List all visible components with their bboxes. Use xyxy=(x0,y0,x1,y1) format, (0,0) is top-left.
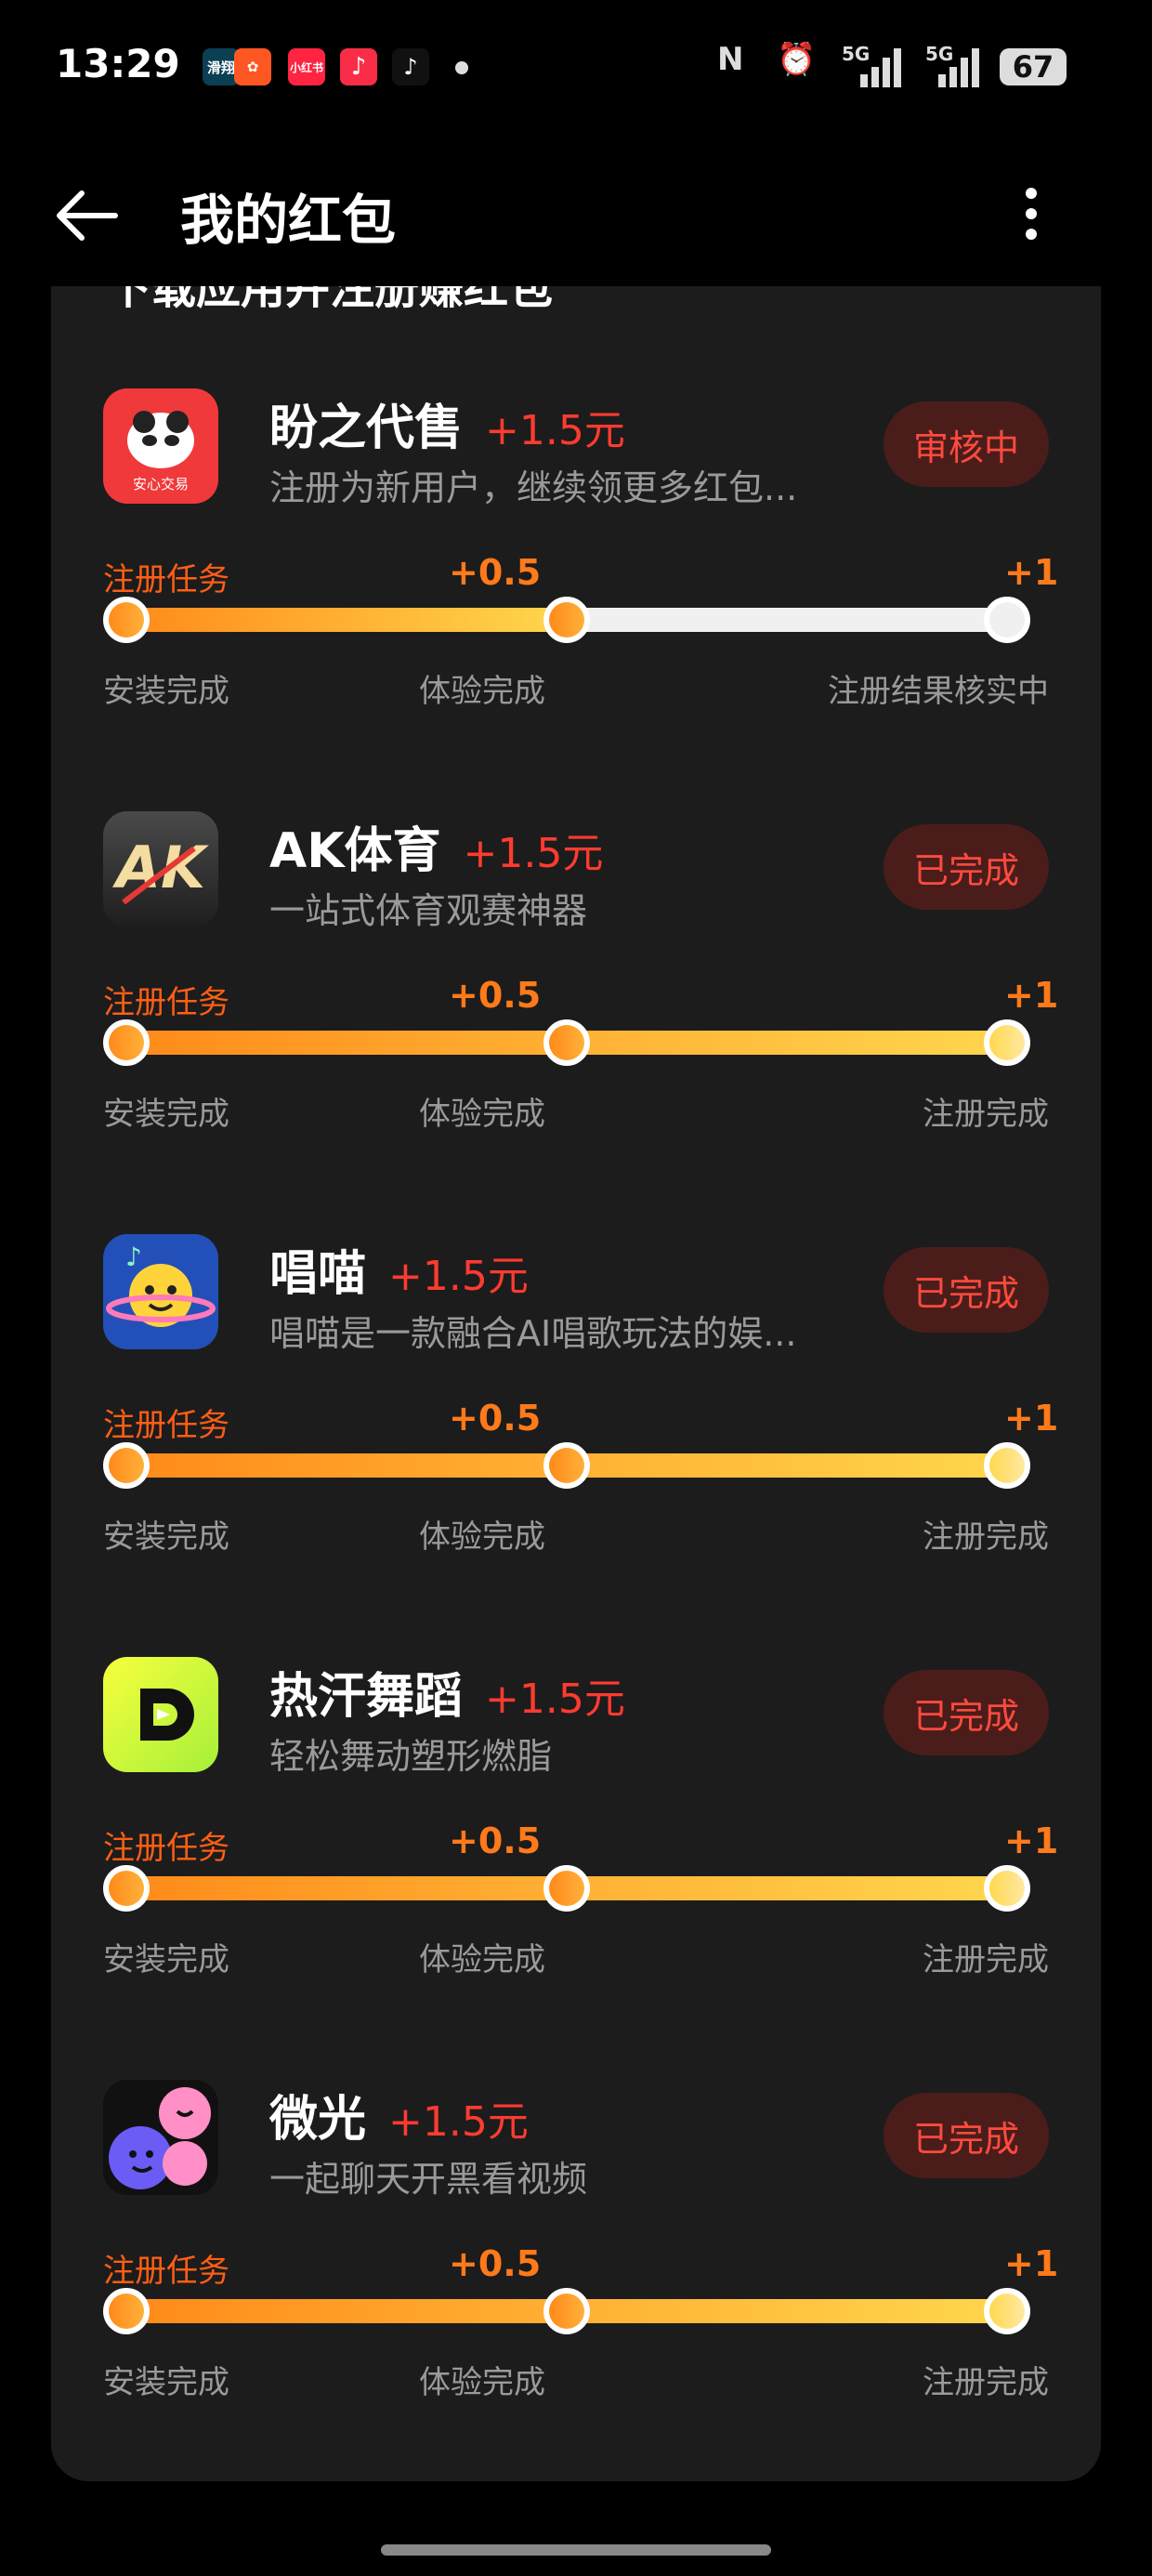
app-reward: +1.5元 xyxy=(388,2098,529,2146)
app-reward: +1.5元 xyxy=(485,1676,625,1723)
svg-text:AK: AK xyxy=(111,834,209,901)
app-name: 微光 +1.5元 xyxy=(269,2092,529,2148)
step-install: 安装完成 xyxy=(103,1941,229,1978)
step-install: 安装完成 xyxy=(103,673,229,710)
progress-node-end xyxy=(984,1442,1030,1489)
app-name: AK体育 +1.5元 xyxy=(269,823,604,879)
app-description: 注册为新用户，继续领更多红包... xyxy=(269,467,798,508)
progress-node-end xyxy=(984,597,1030,643)
end-reward: +1 xyxy=(1004,1820,1059,1861)
page-title: 我的红包 xyxy=(180,189,397,252)
progress-node-mid xyxy=(543,1019,590,1066)
progress-node-end xyxy=(984,1865,1030,1912)
more-notifications-dot xyxy=(455,61,468,74)
app-description: 唱喵是一款融合AI唱歌玩法的娱... xyxy=(269,1313,797,1354)
step-install: 安装完成 xyxy=(103,1096,229,1133)
progress-node-start xyxy=(103,1019,150,1066)
task-label: 注册任务 xyxy=(103,561,229,598)
mid-reward: +0.5 xyxy=(449,1398,542,1439)
status-bar: 13:29 滑翔 ✿ 小红书 ♪ ♪ N ⏰ 5G 5G 67 xyxy=(0,0,1152,139)
back-arrow-icon[interactable] xyxy=(50,178,124,253)
progress-fill xyxy=(124,608,576,632)
app-description: 一起聊天开黑看视频 xyxy=(269,2159,588,2200)
progress-node-mid xyxy=(543,2288,590,2334)
step-experience: 体验完成 xyxy=(419,1941,545,1978)
app-name: 唱喵 +1.5元 xyxy=(269,1246,529,1302)
step-register: 注册结果核实中 xyxy=(828,673,1049,710)
end-reward: +1 xyxy=(1004,552,1059,593)
task-item[interactable]: 热汗舞蹈 +1.5元 轻松舞动塑形燃脂 已完成 注册任务 +0.5 +1 安装完成… xyxy=(51,1657,1101,2080)
progress-node-start xyxy=(103,597,150,643)
weiguang-app-icon xyxy=(103,2080,218,2195)
step-register: 注册完成 xyxy=(923,1518,1049,1556)
home-indicator[interactable] xyxy=(381,2544,771,2556)
step-experience: 体验完成 xyxy=(419,2364,545,2401)
progress-node-start xyxy=(103,1865,150,1912)
step-install: 安装完成 xyxy=(103,2364,229,2401)
task-item[interactable]: AK AK体育 +1.5元 一站式体育观赛神器 已完成 注册任务 +0.5 +1 … xyxy=(51,811,1101,1234)
step-experience: 体验完成 xyxy=(419,673,545,710)
progress-node-mid xyxy=(543,597,590,643)
singing-app-icon: ♪ xyxy=(103,1234,218,1349)
signal-1-icon xyxy=(860,48,901,87)
tiktok-icon: ♪ xyxy=(392,48,429,85)
step-install: 安装完成 xyxy=(103,1518,229,1556)
step-experience: 体验完成 xyxy=(419,1096,545,1133)
mid-reward: +0.5 xyxy=(449,2243,542,2284)
panda-app-icon: 安心交易 xyxy=(103,388,218,504)
status-time: 13:29 xyxy=(56,41,180,86)
task-item[interactable]: 微光 +1.5元 一起聊天开黑看视频 已完成 注册任务 +0.5 +1 安装完成 … xyxy=(51,2080,1101,2503)
progress-node-end xyxy=(984,1019,1030,1066)
step-experience: 体验完成 xyxy=(419,1518,545,1556)
nfc-icon: N xyxy=(717,41,744,78)
app-reward: +1.5元 xyxy=(463,830,604,877)
step-register: 注册完成 xyxy=(923,1941,1049,1978)
alarm-icon: ⏰ xyxy=(777,41,817,78)
step-register: 注册完成 xyxy=(923,1096,1049,1133)
app-reward: +1.5元 xyxy=(388,1253,529,1300)
progress-node-start xyxy=(103,1442,150,1489)
more-options-icon[interactable] xyxy=(1013,177,1050,251)
app-description: 轻松舞动塑形燃脂 xyxy=(269,1736,553,1777)
mid-reward: +0.5 xyxy=(449,552,542,593)
status-button[interactable]: 已完成 xyxy=(884,1670,1049,1755)
task-item[interactable]: 安心交易 盼之代售 +1.5元 注册为新用户，继续领更多红包... 审核中 注册任… xyxy=(51,388,1101,811)
app-header: 我的红包 xyxy=(0,139,1152,286)
task-label: 注册任务 xyxy=(103,1407,229,1444)
status-button[interactable]: 已完成 xyxy=(884,1247,1049,1333)
progress-node-mid xyxy=(543,1865,590,1912)
progress-node-mid xyxy=(543,1442,590,1489)
status-button[interactable]: 审核中 xyxy=(884,401,1049,487)
app-description: 一站式体育观赛神器 xyxy=(269,890,588,931)
task-label: 注册任务 xyxy=(103,984,229,1021)
ak-sports-app-icon: AK xyxy=(103,811,218,927)
progress-node-start xyxy=(103,2288,150,2334)
music-icon: ♪ xyxy=(340,48,377,85)
signal-2-icon xyxy=(938,48,979,87)
svg-text:♪: ♪ xyxy=(125,1242,142,1272)
progress-node-end xyxy=(984,2288,1030,2334)
xiaohongshu-icon: 小红书 xyxy=(288,48,325,85)
shopping-app-icon: ✿ xyxy=(234,48,271,85)
dance-app-icon xyxy=(103,1657,218,1772)
app-name: 盼之代售 +1.5元 xyxy=(269,401,625,456)
task-label: 注册任务 xyxy=(103,2253,229,2290)
battery-icon: 67 xyxy=(1000,48,1067,85)
task-label: 注册任务 xyxy=(103,1830,229,1867)
task-item[interactable]: ♪ 唱喵 +1.5元 唱喵是一款融合AI唱歌玩法的娱... 已完成 注册任务 +0… xyxy=(51,1234,1101,1657)
app-reward: +1.5元 xyxy=(485,407,625,454)
status-button[interactable]: 已完成 xyxy=(884,2093,1049,2178)
mid-reward: +0.5 xyxy=(449,975,542,1016)
end-reward: +1 xyxy=(1004,1398,1059,1439)
status-button[interactable]: 已完成 xyxy=(884,824,1049,910)
app-name: 热汗舞蹈 +1.5元 xyxy=(269,1669,625,1725)
end-reward: +1 xyxy=(1004,2243,1059,2284)
step-register: 注册完成 xyxy=(923,2364,1049,2401)
end-reward: +1 xyxy=(1004,975,1059,1016)
mid-reward: +0.5 xyxy=(449,1820,542,1861)
